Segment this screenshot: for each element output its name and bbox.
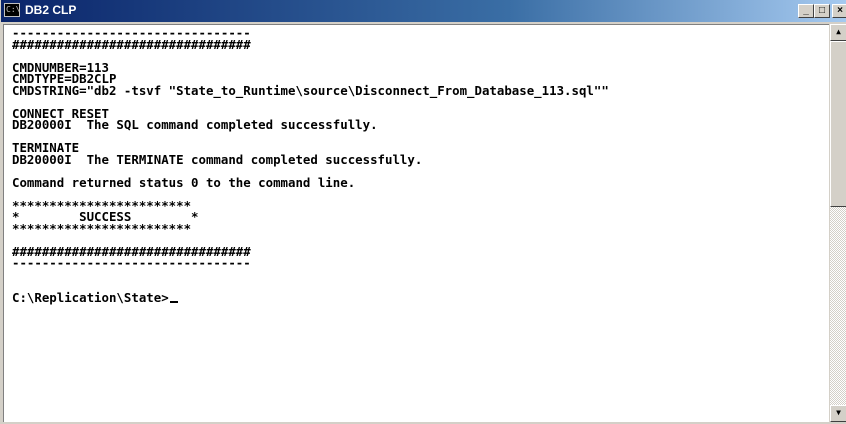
vertical-scrollbar[interactable]: ▲ ▼ bbox=[830, 24, 846, 422]
title-bar[interactable]: C:\ DB2 CLP _ □ × bbox=[1, 0, 846, 22]
console-line: -------------------------------- bbox=[12, 255, 251, 270]
console-line: C:\Replication\State> bbox=[12, 291, 609, 304]
scrollbar-thumb[interactable] bbox=[830, 41, 846, 207]
console-line: CMDSTRING="db2 -tsvf "State_to_Runtime\s… bbox=[12, 82, 609, 98]
maximize-button[interactable]: □ bbox=[814, 4, 830, 18]
console-line: ************************ bbox=[12, 220, 192, 236]
console-line: DB20000I The TERMINATE command completed… bbox=[12, 151, 423, 167]
scroll-down-button[interactable]: ▼ bbox=[830, 405, 846, 422]
console-line: DB20000I The SQL command completed succe… bbox=[12, 117, 378, 132]
down-arrow-icon: ▼ bbox=[836, 408, 841, 417]
console-line: ################################ bbox=[12, 36, 251, 52]
scroll-up-button[interactable]: ▲ bbox=[830, 24, 846, 41]
window-title: DB2 CLP bbox=[25, 3, 77, 17]
console-text: -------------------------------- ########… bbox=[12, 27, 609, 303]
console-line: Command returned status 0 to the command… bbox=[12, 174, 356, 190]
console-output-area[interactable]: -------------------------------- ########… bbox=[3, 24, 829, 422]
close-button[interactable]: × bbox=[832, 4, 846, 18]
console-window: C:\ DB2 CLP _ □ × ----------------------… bbox=[0, 0, 846, 424]
text-cursor bbox=[169, 300, 178, 303]
minimize-button[interactable]: _ bbox=[798, 4, 814, 18]
console-window-icon[interactable]: C:\ bbox=[4, 3, 20, 17]
up-arrow-icon: ▲ bbox=[836, 27, 841, 36]
